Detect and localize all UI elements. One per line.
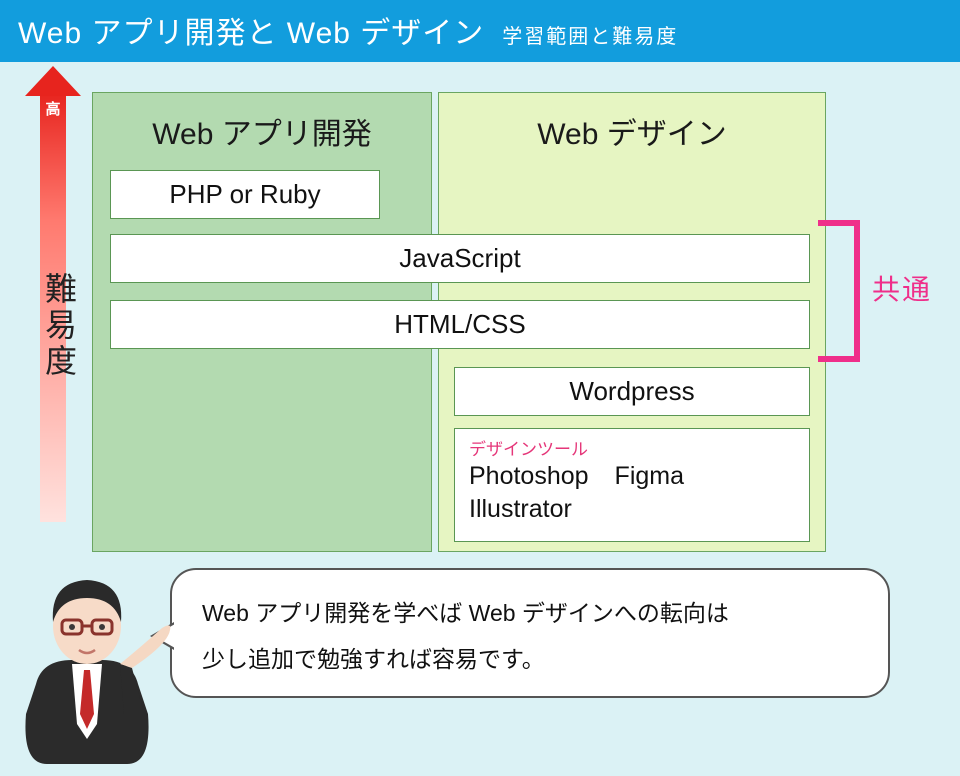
tool-illustrator: Illustrator — [469, 495, 572, 524]
skill-wordpress: Wordpress — [454, 367, 810, 416]
skill-html-css: HTML/CSS — [110, 300, 810, 349]
page-subtitle: 学習範囲と難易度 — [502, 20, 678, 49]
panel-dev-title: Web アプリ開発 — [93, 93, 431, 163]
design-toolbox: デザインツール Photoshop Figma Illustrator — [454, 428, 810, 542]
common-bracket-label: 共通 — [872, 268, 932, 308]
toolbox-items: Photoshop Figma Illustrator — [469, 462, 795, 524]
speech-bubble: Web アプリ開発を学べば Web デザインへの転向は 少し追加で勉強すれば容易… — [170, 568, 890, 698]
difficulty-axis-label: 難易度 — [36, 272, 82, 380]
skill-php-ruby: PHP or Ruby — [110, 170, 380, 219]
avatar-hand-icon — [120, 625, 170, 668]
avatar-arm-icon — [120, 664, 144, 714]
skill-javascript: JavaScript — [110, 234, 810, 283]
avatar — [2, 564, 172, 776]
avatar-eye-right-icon — [99, 624, 105, 630]
page-title: Web アプリ開発と Web デザイン — [18, 8, 484, 52]
tool-figma: Figma — [615, 462, 684, 491]
toolbox-caption: デザインツール — [469, 435, 795, 460]
header-bar: Web アプリ開発と Web デザイン 学習範囲と難易度 — [0, 0, 960, 62]
arrow-top-label: 高 — [45, 98, 60, 119]
panel-design-title: Web デザイン — [439, 93, 825, 163]
avatar-eye-left-icon — [69, 624, 75, 630]
common-bracket-icon — [818, 220, 860, 362]
bubble-line-1: Web アプリ開発を学べば Web デザインへの転向は — [202, 590, 858, 636]
tool-photoshop: Photoshop — [469, 462, 589, 491]
diagram-canvas: 高 難易度 Web アプリ開発 Web デザイン PHP or Ruby Jav… — [0, 62, 960, 662]
bubble-line-2: 少し追加で勉強すれば容易です。 — [202, 636, 858, 682]
